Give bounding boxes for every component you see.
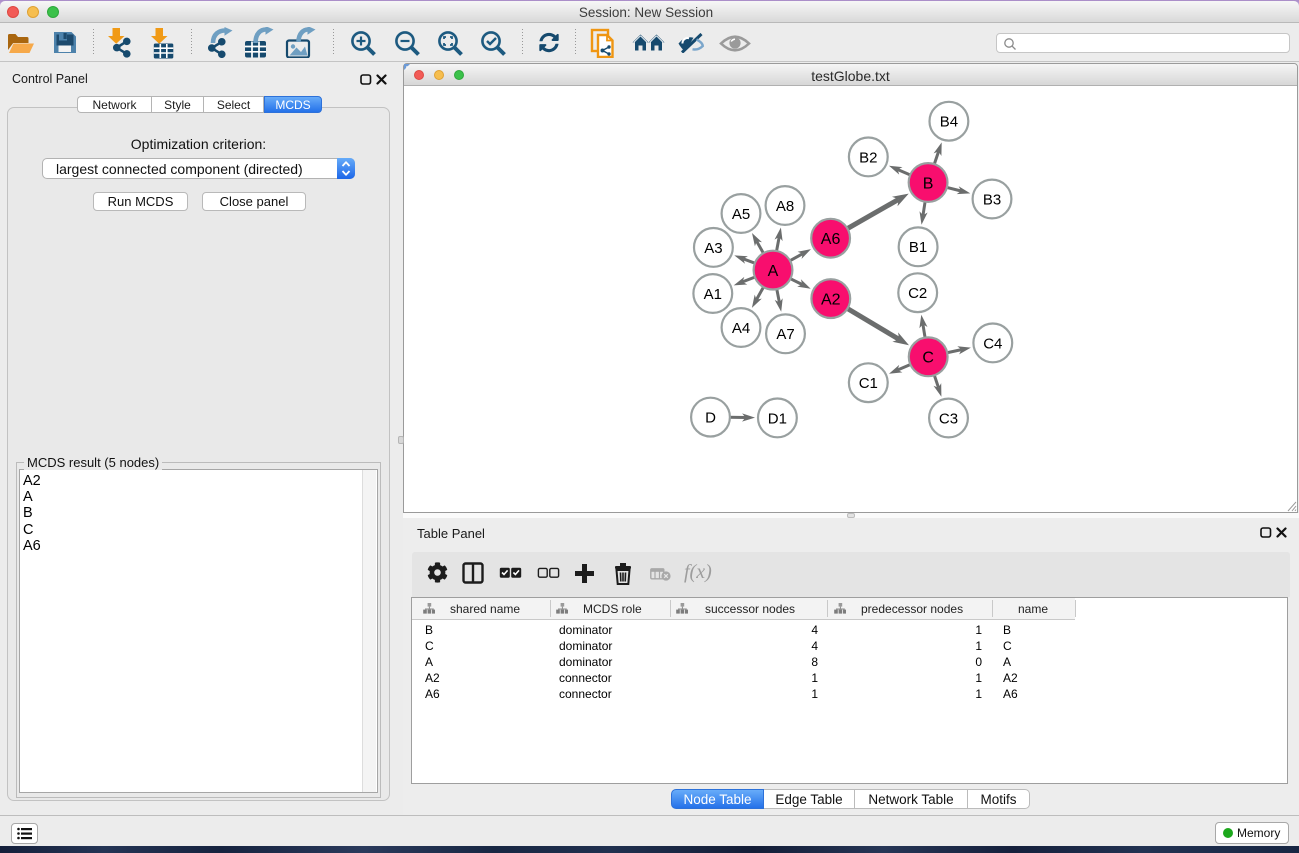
svg-text:D: D: [705, 410, 716, 427]
svg-text:D1: D1: [768, 410, 787, 427]
svg-text:B1: B1: [909, 239, 927, 256]
svg-text:A6: A6: [821, 231, 841, 248]
svg-text:A3: A3: [704, 240, 722, 257]
svg-text:A1: A1: [704, 286, 722, 303]
svg-text:B4: B4: [940, 114, 958, 131]
svg-text:A5: A5: [732, 206, 750, 223]
svg-text:C: C: [922, 350, 934, 367]
svg-text:A: A: [768, 263, 779, 280]
svg-text:C4: C4: [983, 335, 1002, 352]
svg-text:B: B: [923, 175, 934, 192]
svg-text:A2: A2: [821, 291, 841, 308]
svg-text:A7: A7: [776, 326, 794, 343]
svg-text:C3: C3: [939, 410, 958, 427]
svg-text:C1: C1: [859, 375, 878, 392]
svg-text:B2: B2: [859, 149, 877, 166]
svg-text:C2: C2: [908, 285, 927, 302]
svg-text:A8: A8: [776, 198, 794, 215]
svg-text:A4: A4: [732, 320, 750, 337]
svg-text:B3: B3: [983, 191, 1001, 208]
